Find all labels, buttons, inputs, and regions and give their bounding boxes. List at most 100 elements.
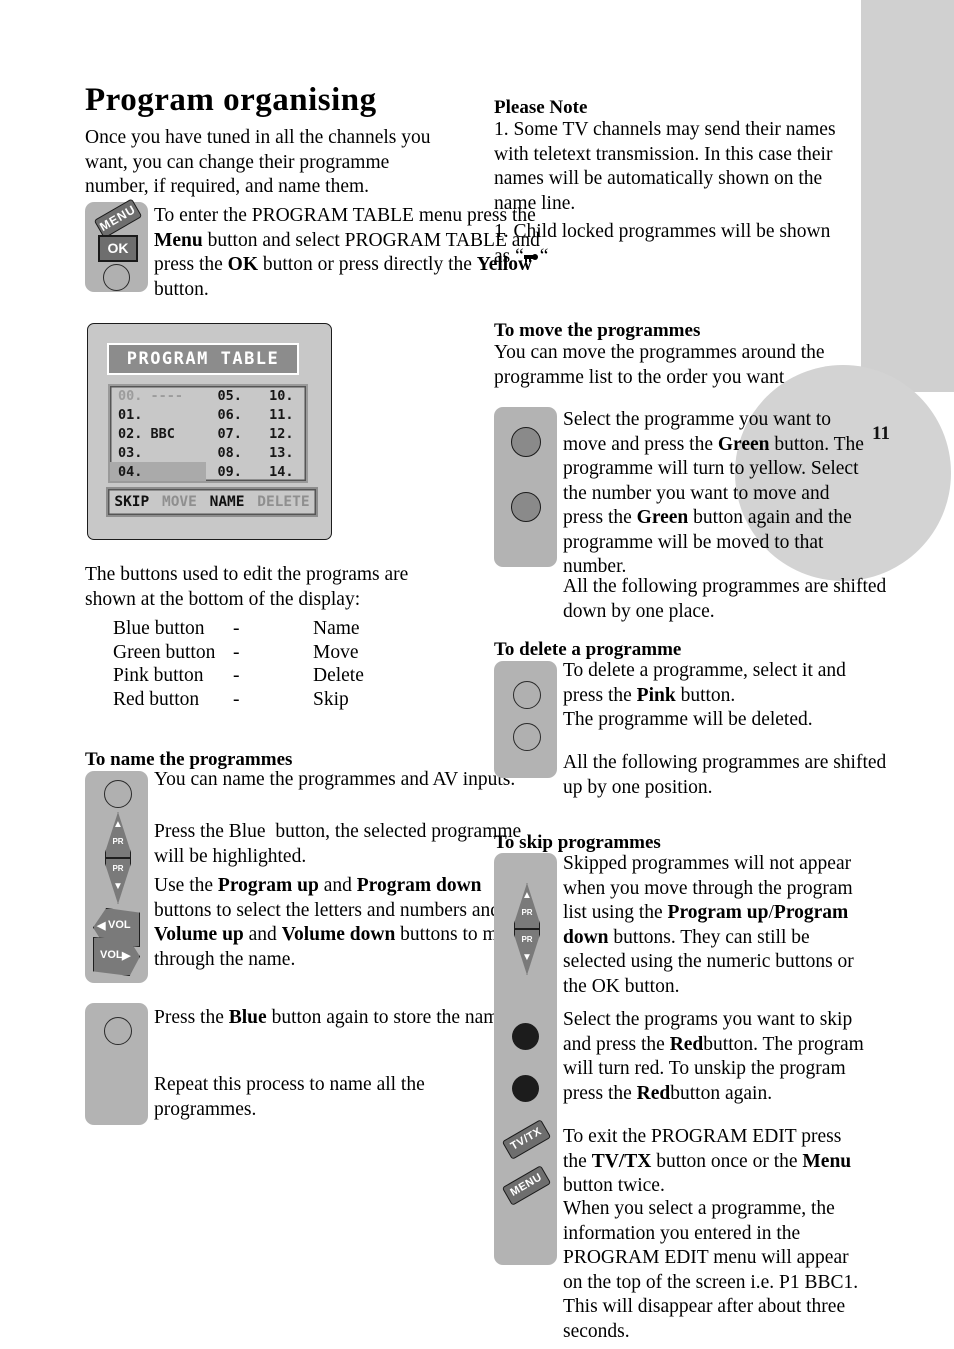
skip-para-3-e: button twice. [563,1175,665,1196]
name-para-3-a: Use the [154,875,214,896]
cell-r1c2: 11. [269,406,294,423]
name-para-3-h: Volume down [281,924,396,945]
table-row: 00. ---- 05. 10. [110,386,306,405]
cell-r3c2: 13. [269,444,294,461]
program-down-button-icon[interactable]: PR ▼ [105,858,131,904]
cell-r4c2: 14. [269,463,294,480]
legend-row: Red button - Skip [113,688,364,712]
store-para-1-a: Press the [154,1007,229,1028]
name-para-3-f: Volume up [154,924,244,945]
heading-please-note: Please Note [494,97,588,118]
legend-dash-2: - [233,665,240,686]
key-tooth-1 [524,257,527,262]
table-row: 02. BBC 07. 12. [110,424,306,443]
step1-text-3: button or press directly the [258,254,477,275]
program-up-button-icon[interactable]: ▲ PR [105,812,131,858]
delete-para-2: The programme will be deleted. [563,709,813,730]
vol-right-arrow-icon: ▶ [122,950,131,962]
skip-para-3-d: Menu [802,1150,852,1172]
name-para-3-d: Program down [356,875,482,896]
legend-button-3: Red button [113,688,200,710]
name-para-3-g: and [243,924,282,945]
program-up-button-icon-2[interactable]: ▲ PR [514,883,540,929]
red-button-icon-1[interactable] [512,1023,539,1050]
program-table-screen: PROGRAM TABLE 00. ---- 05. 10. 01. 06. 1… [87,323,332,540]
key-panel-menu-ok: MENU OK [85,198,148,292]
key-panel-name: ▲ PR PR ▼ ◀ VOL VOL ▶ [85,771,148,983]
table-row: 03. 08. 13. [110,443,306,462]
skip-para-2: Select the programs you want to skip and… [563,1008,866,1106]
legend-action-3: Skip [313,688,349,710]
tvtx-button-icon[interactable]: TV/TX [501,1119,552,1160]
step1-text: To enter the PROGRAM TABLE menu press th… [154,204,549,302]
name-para-3: Use the Program up and Program down butt… [154,874,536,972]
intro-paragraph: Once you have tuned in all the channels … [85,127,431,197]
legend-action-0: Name [313,618,360,639]
skip-para-3-b: TV/TX [591,1150,652,1172]
skip-para-3-c: button once or the [651,1150,803,1172]
legend-dash-3: - [233,688,240,710]
skip-para-2-d: Red [636,1082,671,1104]
skip-para-1-e: buttons. [608,926,676,948]
legend-dash-0: - [233,618,240,639]
pink-button-icon-1[interactable] [513,681,541,709]
cell-r0c0: 00. ---- [118,387,184,404]
button-legend: Blue button - Name Green button - Move P… [113,617,364,711]
step1-text-4: button. [154,278,209,300]
skip-para-4: When you select a programme, the informa… [563,1198,859,1342]
move-para-1-b: Green [717,433,770,455]
legend-action-1: Move [313,641,359,663]
legend-dash-1: - [233,641,240,663]
page-title: Program organising [85,82,377,118]
legend-row: Blue button - Name [113,617,364,641]
green-button-icon-1[interactable] [511,427,541,457]
blue-button-icon[interactable] [104,780,132,808]
red-button-icon-2[interactable] [512,1075,539,1102]
menu-button-icon-2[interactable]: MENU [501,1165,552,1206]
name-para-3-e: buttons to select the letters and number… [154,899,529,921]
pink-button-icon-2[interactable] [513,723,541,751]
name-para-3-c: and [318,875,357,896]
action-move[interactable]: MOVE [162,494,197,510]
cell-r4c1: 09. [217,463,242,480]
ok-button-icon[interactable]: OK [98,235,138,262]
cell-r3c0: 03. [118,444,143,461]
vol-down-label: VOL [108,919,131,931]
cell-r0c2: 10. [269,387,294,404]
heading-skip-programmes: To skip programmes [494,832,661,853]
step1-text-1: To enter the PROGRAM TABLE menu press th… [154,205,536,226]
action-name[interactable]: NAME [210,494,245,510]
pr-down-label-2: PR [521,935,533,944]
pr-down-label: PR [112,864,124,873]
heading-delete-programme: To delete a programme [494,639,682,660]
program-table-title: PROGRAM TABLE [107,343,299,375]
pr-up-arrow-icon: ▲ [113,819,123,830]
name-para-2: Press the Blue button, the selected prog… [154,820,529,869]
please-note-item-1: 1. Some TV channels may send their names… [494,119,836,214]
store-para-2: Repeat this process to name all the prog… [154,1074,425,1120]
green-button-icon-2[interactable] [511,492,541,522]
table-row-selected: 04. 09. 14. [110,462,306,481]
move-para-1: Select the programme you want to move an… [563,408,868,580]
blue-button-icon-2[interactable] [104,1017,132,1045]
yellow-button-icon[interactable] [103,264,130,291]
store-para-1-c: button again to store the name. [266,1007,512,1028]
legend-button-2: Pink button [113,665,204,686]
move-para-1-d: Green [636,507,689,528]
program-down-button-icon-2[interactable]: PR ▼ [514,929,540,975]
heading-move-programmes: To move the programmes [494,320,701,341]
skip-para-2-e: button again. [670,1082,773,1104]
name-para-3-b: Program up [217,875,319,896]
store-para-1-b: Blue [228,1007,267,1028]
action-skip[interactable]: SKIP [114,494,149,510]
pr-down-arrow-icon-2: ▼ [522,952,532,963]
key-panel-move [494,407,557,567]
program-table-list: 00. ---- 05. 10. 01. 06. 11. 02. BBC 07.… [108,384,308,483]
menu-button-icon[interactable]: MENU [93,198,143,239]
vol-left-arrow-icon: ◀ [97,920,106,932]
key-panel-delete [494,661,557,778]
skip-para-2-b: Red [669,1033,704,1055]
action-delete[interactable]: DELETE [257,494,309,510]
pr-up-label: PR [112,837,124,846]
cell-r2c1: 07. [217,425,242,442]
